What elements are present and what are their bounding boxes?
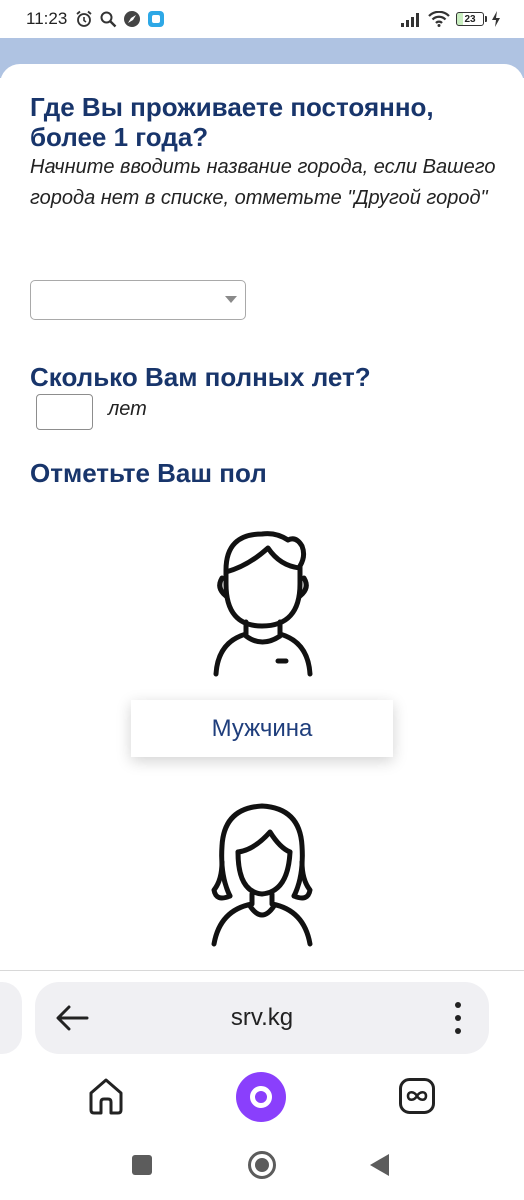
system-back-button[interactable]: [370, 1154, 389, 1176]
status-bar: 11:23 23: [0, 0, 524, 38]
status-left-icons: [75, 10, 165, 28]
tabs-icon[interactable]: [398, 1077, 436, 1115]
battery-icon: 23: [456, 12, 487, 26]
residence-question-line1: Где Вы проживаете постоянно,: [30, 92, 434, 122]
charging-icon: [492, 11, 500, 27]
residence-question-line2: более 1 года?: [30, 122, 209, 152]
compass-icon: [124, 11, 141, 27]
wifi-icon: [428, 11, 450, 27]
age-input[interactable]: [36, 394, 93, 430]
age-question-title: Сколько Вам полных лет?: [30, 362, 371, 392]
search-icon: [100, 11, 117, 28]
alice-icon: [250, 1086, 272, 1108]
female-avatar-icon[interactable]: [196, 792, 328, 952]
survey-form: Где Вы проживаете постоянно, более 1 год…: [0, 64, 524, 971]
age-unit-label: лет: [108, 398, 147, 420]
app-icon: [148, 11, 165, 27]
city-select[interactable]: [30, 280, 246, 320]
recent-apps-button[interactable]: [132, 1155, 152, 1175]
gender-male-button[interactable]: Мужчина: [131, 700, 393, 757]
residence-question-hint: Начните вводить название города, если Ва…: [30, 156, 496, 209]
menu-dots-icon[interactable]: [455, 1002, 461, 1034]
address-bar[interactable]: srv.kg: [35, 982, 489, 1054]
signal-icon: [401, 13, 419, 27]
residence-question-title: Где Вы проживаете постоянно, более 1 год…: [30, 92, 434, 152]
alice-assistant-button[interactable]: [236, 1072, 286, 1122]
status-time: 11:23: [26, 9, 68, 28]
url-text[interactable]: srv.kg: [35, 1004, 489, 1032]
system-home-button[interactable]: [248, 1151, 276, 1179]
system-home-dot: [255, 1158, 269, 1172]
home-icon[interactable]: [87, 1076, 125, 1116]
male-avatar-icon[interactable]: [196, 522, 328, 682]
chevron-down-icon: [225, 296, 237, 303]
alarm-icon: [76, 10, 92, 27]
battery-level: 23: [464, 13, 476, 25]
gender-question-title: Отметьте Ваш пол: [30, 458, 267, 488]
status-right-icons: 23: [400, 10, 502, 28]
previous-tab-edge[interactable]: [0, 982, 22, 1054]
